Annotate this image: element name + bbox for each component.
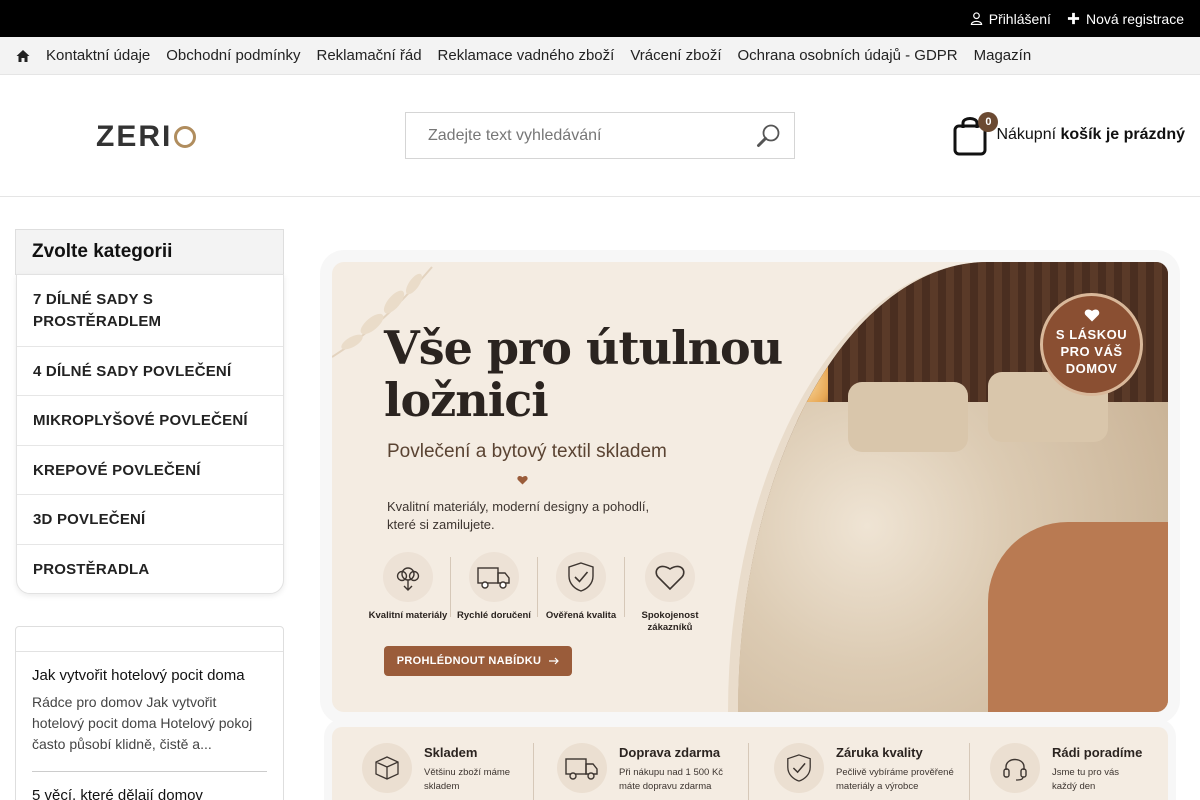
cotton-icon xyxy=(383,552,433,602)
logo[interactable]: ZERI xyxy=(96,120,197,154)
benefit-divider xyxy=(748,743,749,800)
cart-count-badge: 0 xyxy=(978,112,999,132)
box-icon xyxy=(362,743,412,793)
feature-label: Spokojenost zákazníků xyxy=(641,610,699,633)
category-item-7-piece-sets[interactable]: 7 DÍLNÉ SADY S PROSTĚRADLEM xyxy=(17,275,283,347)
blog-box: Jak vytvořit hotelový pocit doma Rádce p… xyxy=(15,626,284,800)
benefit-desc: Většinu zboží máme skladem xyxy=(424,767,511,792)
search-input[interactable] xyxy=(406,126,746,145)
photo-throw-blanket xyxy=(988,522,1168,712)
shield-check-icon xyxy=(774,743,824,793)
banner-title: Vše pro útulnou ložnici xyxy=(384,321,783,427)
truck-icon xyxy=(557,743,607,793)
nav-item-gdpr[interactable]: Ochrana osobních údajů - GDPR xyxy=(738,47,958,64)
cart-text-bold: košík je prázdný xyxy=(1060,126,1186,143)
blog-item-title[interactable]: Jak vytvořit hotelový pocit doma xyxy=(32,667,267,684)
category-item-3d[interactable]: 3D POVLEČENÍ xyxy=(17,495,283,545)
blog-box-header xyxy=(16,627,283,652)
stamp-text: S LÁSKOU PRO VÁŠ DOMOV xyxy=(1055,327,1128,376)
banner-description: Kvalitní materiály, moderní designy a po… xyxy=(387,499,650,532)
benefit-item: Záruka kvality Pečlivě vybíráme prověřen… xyxy=(774,743,956,794)
benefit-title: Skladem xyxy=(424,745,478,760)
benefit-desc: Jsme tu pro vás každý den xyxy=(1052,767,1120,792)
truck-icon xyxy=(469,552,519,602)
heart-outline-icon xyxy=(645,552,695,602)
love-stamp: S LÁSKOU PRO VÁŠ DOMOV xyxy=(1040,293,1143,396)
feature-divider xyxy=(537,557,538,617)
benefits-strip: Skladem Většinu zboží máme skladem Dopra… xyxy=(332,727,1168,800)
benefit-text: Rádi poradíme Jsme tu pro vás každý den xyxy=(1052,743,1142,794)
benefit-desc: Pečlivě vybíráme prověřené materiály a v… xyxy=(836,767,954,792)
benefit-title: Záruka kvality xyxy=(836,745,923,760)
category-title: Zvolte kategorii xyxy=(15,229,284,275)
benefit-item: Rádi poradíme Jsme tu pro vás každý den xyxy=(990,743,1142,794)
cart-status: Nákupní košík je prázdný xyxy=(996,126,1185,144)
feature-divider xyxy=(624,557,625,617)
heart-icon xyxy=(1084,309,1099,322)
banner-subtitle: Povlečení a bytový textil skladem xyxy=(387,441,667,462)
benefit-title: Rádi poradíme xyxy=(1052,745,1143,760)
logo-text: ZERI xyxy=(96,120,173,153)
benefit-divider xyxy=(533,743,534,800)
shield-check-icon xyxy=(556,552,606,602)
cart-bag: 0 xyxy=(952,112,999,156)
nav-item-terms[interactable]: Obchodní podmínky xyxy=(166,47,300,64)
feature-label: Ověřená kvalita xyxy=(545,610,617,621)
feature-label: Kvalitní materiály xyxy=(368,610,448,621)
top-bar: Přihlášení Nová registrace xyxy=(0,0,1200,37)
blog-item[interactable]: Jak vytvořit hotelový pocit doma Rádce p… xyxy=(16,652,283,755)
home-icon[interactable] xyxy=(16,49,30,63)
arrow-right-icon xyxy=(549,657,560,665)
site-header: ZERI 0 Nákupní košík je prázdný xyxy=(0,76,1200,197)
benefit-text: Doprava zdarma Při nákupu nad 1 500 Kč m… xyxy=(619,743,739,794)
headset-icon xyxy=(990,743,1040,793)
logo-ring-icon xyxy=(174,126,197,148)
nav-item-contact[interactable]: Kontaktní údaje xyxy=(46,47,150,64)
search-bar xyxy=(405,112,795,159)
nav-item-defective-goods[interactable]: Reklamace vadného zboží xyxy=(438,47,615,64)
banner-feature: Ověřená kvalita xyxy=(541,552,621,622)
benefit-item: Doprava zdarma Při nákupu nad 1 500 Kč m… xyxy=(557,743,739,794)
nav-item-magazine[interactable]: Magazín xyxy=(974,47,1032,64)
feature-label: Rychlé doručení xyxy=(457,610,531,621)
heart-icon xyxy=(517,476,528,485)
banner-feature: Rychlé doručení xyxy=(454,552,534,622)
benefit-text: Skladem Většinu zboží máme skladem xyxy=(424,743,544,794)
plus-icon xyxy=(1067,12,1080,25)
category-item-crepe[interactable]: KREPOVÉ POVLEČENÍ xyxy=(17,446,283,495)
view-offer-button[interactable]: PROHLÉDNOUT NABÍDKU xyxy=(384,646,572,676)
benefit-item: Skladem Většinu zboží máme skladem xyxy=(362,743,544,794)
category-item-microplush[interactable]: MIKROPLYŠOVÉ POVLEČENÍ xyxy=(17,396,283,446)
cart-text-regular: Nákupní xyxy=(996,126,1057,143)
view-offer-label: PROHLÉDNOUT NABÍDKU xyxy=(396,655,542,667)
benefit-title: Doprava zdarma xyxy=(619,745,721,760)
cart[interactable]: 0 Nákupní košík je prázdný xyxy=(952,112,1185,156)
nav-item-complaints-policy[interactable]: Reklamační řád xyxy=(317,47,422,64)
login-label: Přihlášení xyxy=(988,10,1051,27)
user-icon xyxy=(970,12,982,25)
register-link[interactable]: Nová registrace xyxy=(1067,11,1184,27)
banner-feature: Spokojenost zákazníků xyxy=(630,552,710,634)
benefit-desc: Při nákupu nad 1 500 Kč máte dopravu zda… xyxy=(619,767,724,792)
photo-pillow xyxy=(848,382,968,452)
nav-item-returns[interactable]: Vrácení zboží xyxy=(630,47,721,64)
search-icon[interactable] xyxy=(756,123,782,149)
benefit-divider xyxy=(969,743,970,800)
benefit-text: Záruka kvality Pečlivě vybíráme prověřen… xyxy=(836,743,956,794)
login-link[interactable]: Přihlášení xyxy=(970,11,1051,27)
blog-item-title[interactable]: 5 věcí, které dělají domov xyxy=(32,787,267,800)
category-list: 7 DÍLNÉ SADY S PROSTĚRADLEM 4 DÍLNÉ SADY… xyxy=(16,274,284,594)
feature-divider xyxy=(450,557,451,617)
hero-banner[interactable]: Vše pro útulnou ložnici Povlečení a byto… xyxy=(332,262,1168,712)
main-nav: Kontaktní údaje Obchodní podmínky Reklam… xyxy=(0,37,1200,75)
blog-item-desc: Rádce pro domov Jak vytvořit hotelový po… xyxy=(32,694,253,752)
blog-item[interactable]: 5 věcí, které dělají domov xyxy=(16,772,283,800)
category-item-4-piece-sets[interactable]: 4 DÍLNÉ SADY POVLEČENÍ xyxy=(17,347,283,396)
banner-feature: Kvalitní materiály xyxy=(368,552,448,622)
register-label: Nová registrace xyxy=(1085,10,1184,27)
category-item-sheets[interactable]: PROSTĚRADLA xyxy=(17,545,283,593)
